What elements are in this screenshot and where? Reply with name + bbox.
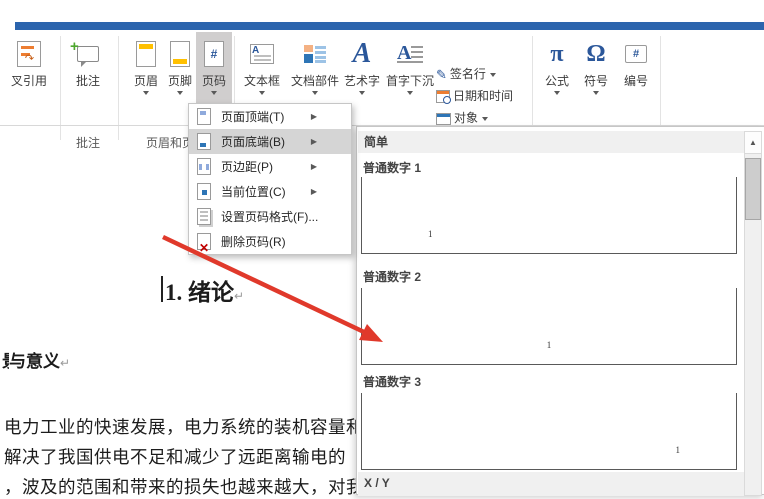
body-line: 电力工业的快速发展，电力系统的装机容量和 <box>4 414 364 439</box>
body-line: ，波及的范围和带来的损失也越来越大，对我 <box>4 474 364 499</box>
preview-page-number: 1 <box>676 445 681 455</box>
drop-cap-icon: A <box>386 36 434 72</box>
preview-page-number: 1 <box>428 229 433 239</box>
body-line: 解决了我国供电不足和减少了远距离输电的 <box>4 444 346 469</box>
page-number-icon: # <box>196 36 232 72</box>
document-heading: 1. 绪论↵ <box>165 273 244 307</box>
scrollbar-thumb[interactable] <box>745 158 761 220</box>
text-box-icon: A <box>240 36 284 72</box>
text-cursor <box>161 276 163 302</box>
remove-page-numbers-icon: ✕ <box>197 233 211 250</box>
clipped-character: 景 <box>2 347 9 372</box>
dropdown-arrow-icon <box>482 117 488 121</box>
dropdown-arrow-icon <box>177 91 183 95</box>
menu-item-remove-page-numbers[interactable]: ✕ 删除页码(R) <box>189 229 351 254</box>
omega-icon: Ω <box>578 36 614 72</box>
bottom-of-page-icon <box>197 133 211 150</box>
dropdown-arrow-icon <box>312 91 318 95</box>
dropdown-arrow-icon <box>259 91 265 95</box>
gallery-item-plain-number-1[interactable]: 1 <box>361 177 737 254</box>
dropdown-arrow-icon <box>359 91 365 95</box>
menu-item-bottom-of-page[interactable]: 页面底端(B) ▶ <box>189 129 351 154</box>
numbering-hash-icon: # <box>616 36 656 72</box>
submenu-arrow-icon: ▶ <box>311 187 317 196</box>
dropdown-arrow-icon <box>593 91 599 95</box>
group-label-comment: 批注 <box>76 134 100 151</box>
symbol-button[interactable]: Ω 符号 <box>578 32 614 130</box>
dropdown-arrow-icon <box>143 91 149 95</box>
current-position-icon <box>197 183 211 200</box>
menu-item-current-position[interactable]: 当前位置(C) ▶ <box>189 179 351 204</box>
dropdown-arrow-icon <box>554 91 560 95</box>
cross-reference-button[interactable]: ↷ 叉引用 <box>0 32 58 130</box>
menu-item-page-margins[interactable]: 页边距(P) ▶ <box>189 154 351 179</box>
page-number-dropdown-menu: 页面顶端(T) ▶ 页面底端(B) ▶ 页边距(P) ▶ 当前位置(C) ▶ 设… <box>188 103 352 255</box>
top-of-page-icon <box>197 108 211 125</box>
paragraph-mark-icon: ↵ <box>234 289 244 303</box>
quick-parts-icon <box>289 36 341 72</box>
menu-item-top-of-page[interactable]: 页面顶端(T) ▶ <box>189 104 351 129</box>
gallery-item-label: 普通数字 3 <box>363 373 421 390</box>
menu-item-format-page-numbers[interactable]: 设置页码格式(F)... <box>189 204 351 229</box>
header-button[interactable]: 页眉 <box>128 32 164 130</box>
calendar-clock-icon <box>436 90 450 103</box>
footer-icon <box>162 36 198 72</box>
date-time-button[interactable]: 日期和时间 <box>436 86 532 106</box>
equation-button[interactable]: π 公式 <box>538 32 576 130</box>
dropdown-arrow-icon <box>490 73 496 77</box>
submenu-arrow-icon: ▶ <box>311 162 317 171</box>
gallery-scrollbar[interactable]: ▲ <box>744 131 762 496</box>
gallery-item-plain-number-3[interactable]: 1 <box>361 393 737 470</box>
cross-reference-icon: ↷ <box>0 36 58 72</box>
document-subheading: 景与意义↵ <box>2 347 70 372</box>
submenu-arrow-icon: ▶ <box>311 112 317 121</box>
preview-page-number: 1 <box>547 340 552 350</box>
scroll-up-button[interactable]: ▲ <box>745 132 761 154</box>
gallery-section-simple: 简单 <box>358 131 744 153</box>
signature-line-button[interactable]: ✎签名行 <box>436 64 532 84</box>
object-window-icon <box>436 113 451 125</box>
format-page-numbers-icon <box>197 208 211 225</box>
ribbon-insert-tab: ↷ 叉引用 + 批注 页眉 页脚 # 页码 A 文本框 文档 <box>0 30 764 126</box>
dropdown-arrow-icon <box>211 91 217 95</box>
page-margins-icon <box>197 158 211 175</box>
comment-icon: + <box>64 36 112 72</box>
title-bar-strip <box>15 22 764 30</box>
gallery-item-label: 普通数字 2 <box>363 268 421 285</box>
submenu-arrow-icon: ▶ <box>311 137 317 146</box>
page-number-gallery: 简单 普通数字 1 1 普通数字 2 1 普通数字 3 1 X / Y ▲ <box>356 126 764 495</box>
header-icon <box>128 36 164 72</box>
scroll-up-icon: ▲ <box>749 138 757 147</box>
signature-pen-icon: ✎ <box>436 65 447 85</box>
gallery-section-x-of-y: X / Y <box>358 472 744 496</box>
paragraph-mark-icon: ↵ <box>60 356 70 370</box>
gallery-item-plain-number-2[interactable]: 1 <box>361 288 737 365</box>
pi-icon: π <box>538 36 576 72</box>
numbering-button[interactable]: # 编号 <box>616 32 656 130</box>
comment-button[interactable]: + 批注 <box>64 32 112 130</box>
wordart-icon: A <box>341 36 383 72</box>
gallery-item-label: 普通数字 1 <box>363 159 421 176</box>
dropdown-arrow-icon <box>407 91 413 95</box>
drop-cap-button[interactable]: A 首字下沉 <box>386 32 434 130</box>
